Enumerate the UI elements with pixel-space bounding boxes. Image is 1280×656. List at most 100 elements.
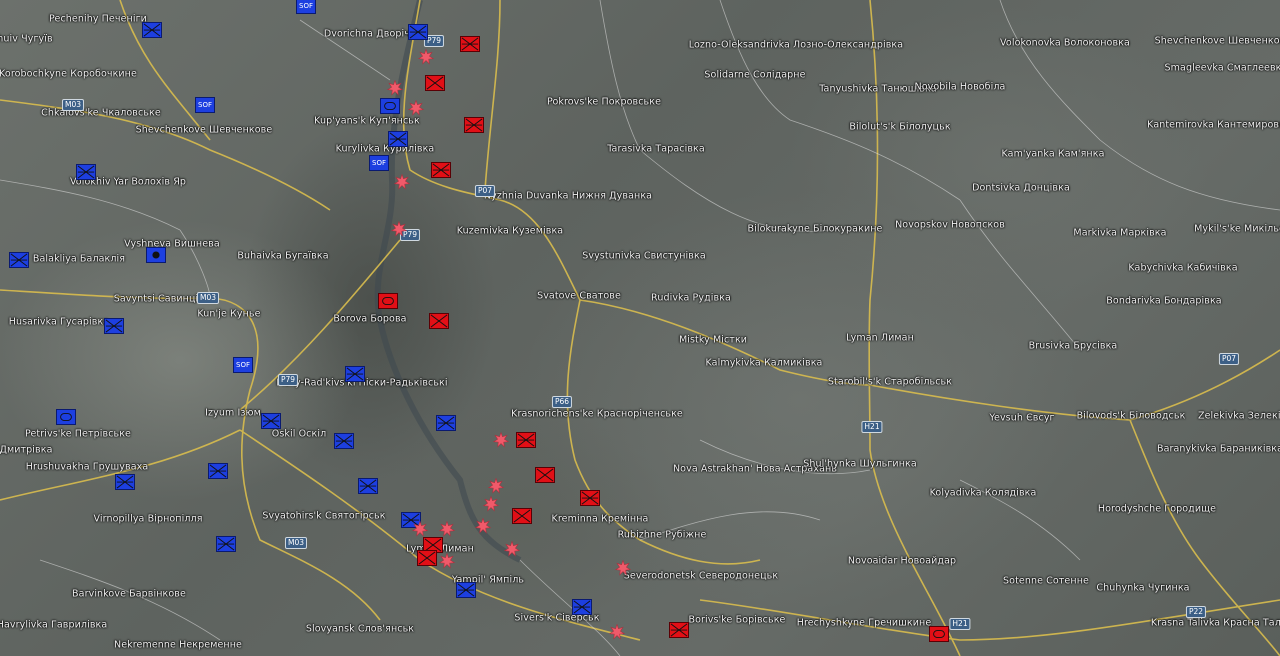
- place-label[interactable]: Kalmykivka Калмиківка: [706, 358, 823, 369]
- place-label[interactable]: Hrechyshkyne Гречишкине: [797, 618, 932, 629]
- strike-marker-icon[interactable]: [418, 49, 434, 65]
- place-label[interactable]: huiv Чугуїв: [0, 34, 53, 45]
- place-label[interactable]: Pokrovs'ke Покровське: [547, 97, 661, 108]
- place-label[interactable]: Kreminna Кремінна: [552, 514, 649, 525]
- place-label[interactable]: Brusivka Брусівка: [1029, 341, 1118, 352]
- place-label[interactable]: Kam'yanka Кам'янка: [1001, 149, 1104, 160]
- enemy-unit-cross-icon[interactable]: [429, 313, 449, 329]
- place-label[interactable]: Kurylivka Курилівка: [336, 144, 435, 155]
- place-label[interactable]: Svystunivka Свистунівка: [582, 251, 706, 262]
- place-label[interactable]: Borova Борова: [333, 314, 406, 325]
- strike-marker-icon[interactable]: [488, 478, 504, 494]
- place-label[interactable]: Petrivs'ke Петрівське: [25, 429, 131, 440]
- friendly-unit-infantry-icon[interactable]: [572, 599, 592, 615]
- place-label[interactable]: Tarasivka Тарасівка: [607, 144, 705, 155]
- strike-marker-icon[interactable]: [394, 174, 410, 190]
- friendly-unit-infantry-icon[interactable]: [9, 252, 29, 268]
- place-label[interactable]: Volokonovka Волоконовка: [1000, 38, 1130, 49]
- place-label[interactable]: Markivka Марківка: [1073, 228, 1166, 239]
- friendly-unit-armor-icon[interactable]: [56, 409, 76, 425]
- place-label[interactable]: Pechenihy Печеніги: [49, 14, 147, 25]
- place-label[interactable]: Chuhynka Чугинка: [1096, 583, 1189, 594]
- strike-marker-icon[interactable]: [391, 221, 407, 237]
- enemy-unit-infantry-icon[interactable]: [460, 36, 480, 52]
- place-label[interactable]: Slovyansk Слов'янськ: [306, 624, 414, 635]
- place-label[interactable]: Korobochkyne Коробочкине: [0, 69, 137, 80]
- place-label[interactable]: Shevchenkove Шевченкове: [1155, 36, 1280, 47]
- friendly-unit-infantry-icon[interactable]: [76, 164, 96, 180]
- friendly-unit-sof-icon[interactable]: SOF: [369, 155, 389, 171]
- place-label[interactable]: Dontsivka Донцівка: [972, 183, 1070, 194]
- place-label[interactable]: Krasnorichens'ke Красноріченське: [511, 409, 683, 420]
- enemy-unit-cross-icon[interactable]: [425, 75, 445, 91]
- place-label[interactable]: Zelekivka Зелеківка: [1198, 411, 1280, 422]
- place-label[interactable]: Kun'je Кунье: [197, 309, 260, 320]
- place-label[interactable]: Novopskov Новопсков: [895, 220, 1005, 231]
- enemy-unit-infantry-icon[interactable]: [431, 162, 451, 178]
- strike-marker-icon[interactable]: [439, 521, 455, 537]
- place-label[interactable]: Bondarivka Бондарівка: [1106, 296, 1221, 307]
- place-label[interactable]: Mistky Містки: [679, 335, 747, 346]
- friendly-unit-infantry-icon[interactable]: [408, 24, 428, 40]
- friendly-unit-infantry-icon[interactable]: [345, 366, 365, 382]
- enemy-unit-infantry-icon[interactable]: [669, 622, 689, 638]
- strike-marker-icon[interactable]: [493, 432, 509, 448]
- place-label[interactable]: Kantemirovka Кантемировка: [1147, 120, 1280, 131]
- place-label[interactable]: Vyshneva Вишнева: [124, 239, 220, 250]
- place-label[interactable]: Svatove Сватове: [537, 291, 621, 302]
- strike-marker-icon[interactable]: [609, 624, 625, 640]
- enemy-unit-cross-icon[interactable]: [512, 508, 532, 524]
- friendly-unit-sof-icon[interactable]: SOF: [195, 97, 215, 113]
- place-label[interactable]: Bilolut's'k Білолуцьк: [849, 122, 950, 133]
- place-label[interactable]: Borivs'ke Борівське: [689, 615, 786, 626]
- place-label[interactable]: Lozno-Oleksandrivka Лозно-Олександрівка: [689, 40, 903, 51]
- place-label[interactable]: Oskil Оскіл: [272, 429, 326, 440]
- friendly-unit-infantry-icon[interactable]: [436, 415, 456, 431]
- place-label[interactable]: Nyzhnia Duvanka Нижня Дуванка: [484, 191, 652, 202]
- strike-marker-icon[interactable]: [615, 560, 631, 576]
- enemy-unit-cross-icon[interactable]: [417, 550, 437, 566]
- place-label[interactable]: Barvinkove Барвінкове: [72, 589, 186, 600]
- place-label[interactable]: Novobila Новобіла: [915, 82, 1006, 93]
- friendly-unit-infantry-icon[interactable]: [142, 22, 162, 38]
- place-label[interactable]: Balakliya Балаклія: [33, 254, 125, 265]
- place-label[interactable]: Virnopillya Вірнопілля: [93, 514, 202, 525]
- friendly-unit-armor-icon[interactable]: [380, 98, 400, 114]
- friendly-unit-infantry-icon[interactable]: [216, 536, 236, 552]
- place-label[interactable]: Yevsuh Євсуг: [989, 413, 1054, 424]
- strike-marker-icon[interactable]: [412, 521, 428, 537]
- friendly-unit-infantry-icon[interactable]: [358, 478, 378, 494]
- friendly-unit-infantry-icon[interactable]: [388, 131, 408, 147]
- place-label[interactable]: Sotenne Сотенне: [1003, 576, 1089, 587]
- friendly-unit-infantry-icon[interactable]: [115, 474, 135, 490]
- strike-marker-icon[interactable]: [475, 518, 491, 534]
- enemy-unit-infantry-icon[interactable]: [580, 490, 600, 506]
- place-label[interactable]: Kuzemivka Кузeмівка: [457, 226, 563, 237]
- enemy-unit-infantry-icon[interactable]: [516, 432, 536, 448]
- place-label[interactable]: Smagleevka Смаглеевка: [1165, 63, 1280, 74]
- place-label[interactable]: Lyman Лиман: [846, 333, 914, 344]
- strike-marker-icon[interactable]: [408, 100, 424, 116]
- friendly-unit-infantry-icon[interactable]: [456, 582, 476, 598]
- place-label[interactable]: Rubizhne Рубіжне: [618, 530, 707, 541]
- enemy-unit-infantry-icon[interactable]: [464, 117, 484, 133]
- friendly-unit-infantry-icon[interactable]: [208, 463, 228, 479]
- place-label[interactable]: Savyntsi Савинці: [114, 294, 199, 305]
- place-label[interactable]: Shevchenkove Шевченкове: [136, 125, 273, 136]
- strike-marker-icon[interactable]: [439, 553, 455, 569]
- friendly-unit-sof-icon[interactable]: SOF: [233, 357, 253, 373]
- place-label[interactable]: Kabychivka Кабичівка: [1128, 263, 1237, 274]
- friendly-unit-infantry-icon[interactable]: [261, 413, 281, 429]
- place-label[interactable]: Дмитрівка: [0, 445, 53, 456]
- friendly-unit-hq-icon[interactable]: [146, 247, 166, 263]
- place-label[interactable]: Hrushuvakha Грушуваха: [26, 462, 149, 473]
- place-label[interactable]: Kup'yans'k Куп'янськ: [314, 116, 420, 127]
- place-label[interactable]: Shul'hynka Шульгинка: [803, 459, 917, 470]
- friendly-unit-infantry-icon[interactable]: [104, 318, 124, 334]
- place-label[interactable]: Solidarne Солідарне: [704, 70, 805, 81]
- enemy-unit-armor-icon[interactable]: [378, 293, 398, 309]
- place-label[interactable]: Novoaidar Новоайдар: [848, 556, 956, 567]
- strike-marker-icon[interactable]: [387, 80, 403, 96]
- place-label[interactable]: Kolyadivka Колядівка: [930, 488, 1037, 499]
- place-label[interactable]: Bilokurakyne Білокуракине: [748, 224, 883, 235]
